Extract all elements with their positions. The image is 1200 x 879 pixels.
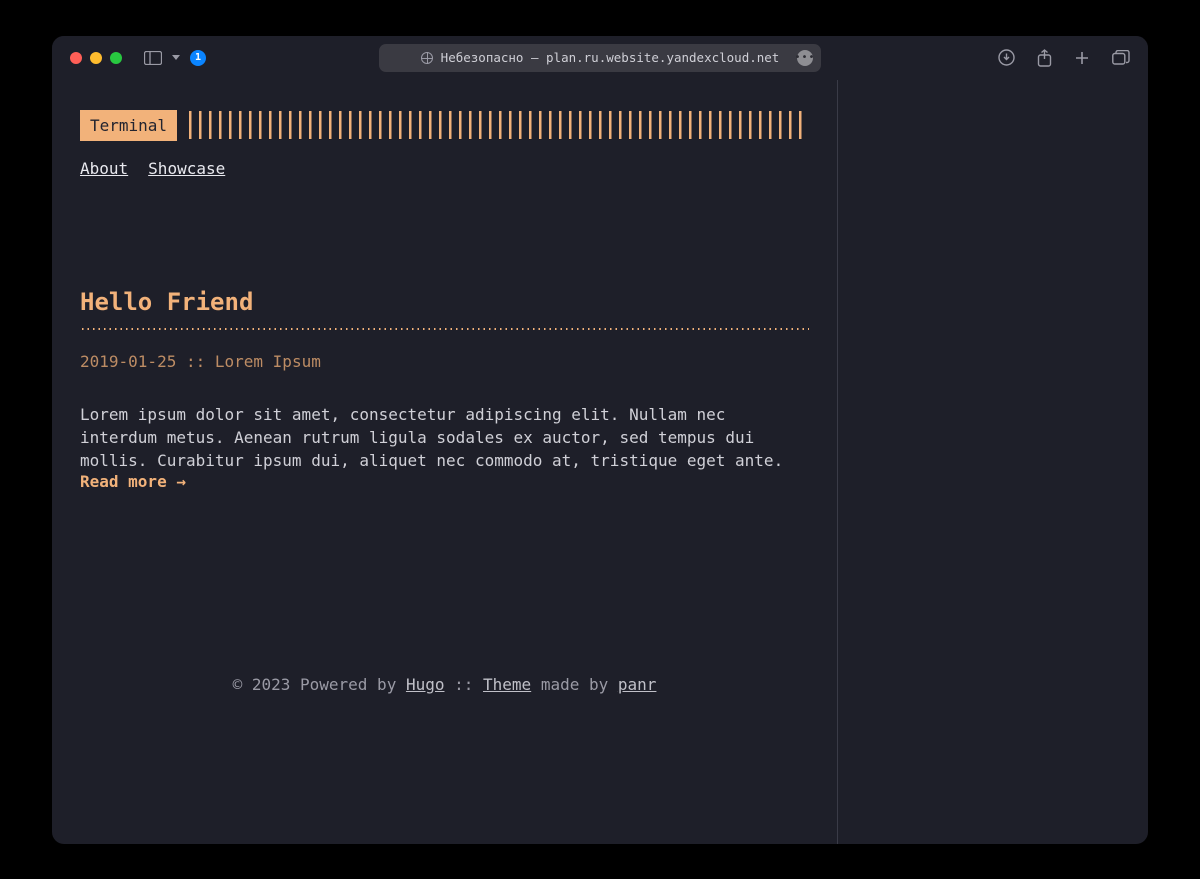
meta-separator: :: [186,352,205,371]
address-text: Небезопасно — plan.ru.website.yandexclou… [441,50,780,65]
main-column: Terminal About Showcase Hello Friend 201… [52,80,838,844]
sidebar-toggle-icon[interactable] [144,51,162,65]
post-item: Hello Friend 2019-01-25 :: Lorem Ipsum L… [80,288,809,492]
site-logo[interactable]: Terminal [80,110,177,141]
footer-theme-link[interactable]: Theme [483,675,531,694]
address-bar[interactable]: Небезопасно — plan.ru.website.yandexclou… [379,44,821,72]
read-more-link[interactable]: Read more → [80,472,186,491]
side-column [838,80,1148,844]
share-icon[interactable] [1037,49,1052,67]
footer-panr-link[interactable]: panr [618,675,657,694]
close-window-button[interactable] [70,52,82,64]
maximize-window-button[interactable] [110,52,122,64]
post-meta: 2019-01-25 :: Lorem Ipsum [80,352,809,371]
password-manager-icon[interactable]: 1 [190,50,206,66]
post-author: Lorem Ipsum [215,352,321,371]
main-nav: About Showcase [80,159,809,178]
post-date: 2019-01-25 [80,352,176,371]
toolbar-left-group: 1 [144,50,206,66]
post-title[interactable]: Hello Friend [80,288,809,316]
nav-about[interactable]: About [80,159,128,178]
post-excerpt: Lorem ipsum dolor sit amet, consectetur … [80,403,809,473]
nav-showcase[interactable]: Showcase [148,159,225,178]
post-list: Hello Friend 2019-01-25 :: Lorem Ipsum L… [80,288,809,492]
traffic-lights [70,52,122,64]
dotted-rule-decoration [80,326,809,332]
page-settings-icon[interactable]: ••• [797,50,813,66]
new-tab-icon[interactable] [1074,50,1090,66]
downloads-icon[interactable] [998,49,1015,66]
footer-copyright: © 2023 Powered by [233,675,406,694]
footer-hugo-link[interactable]: Hugo [406,675,445,694]
tabs-overview-icon[interactable] [1112,50,1130,65]
browser-window: 1 Небезопасно — plan.ru.website.yandexcl… [52,36,1148,844]
header-stripes-decoration [189,111,809,139]
page-content: Terminal About Showcase Hello Friend 201… [52,80,1148,844]
site-footer: © 2023 Powered by Hugo :: Theme made by … [80,635,809,814]
globe-icon [421,52,433,64]
minimize-window-button[interactable] [90,52,102,64]
footer-made-by: made by [531,675,618,694]
footer-separator: :: [444,675,483,694]
titlebar: 1 Небезопасно — plan.ru.website.yandexcl… [52,36,1148,80]
toolbar-right-group [998,49,1130,67]
site-header: Terminal [80,110,809,141]
chevron-down-icon[interactable] [172,55,180,60]
